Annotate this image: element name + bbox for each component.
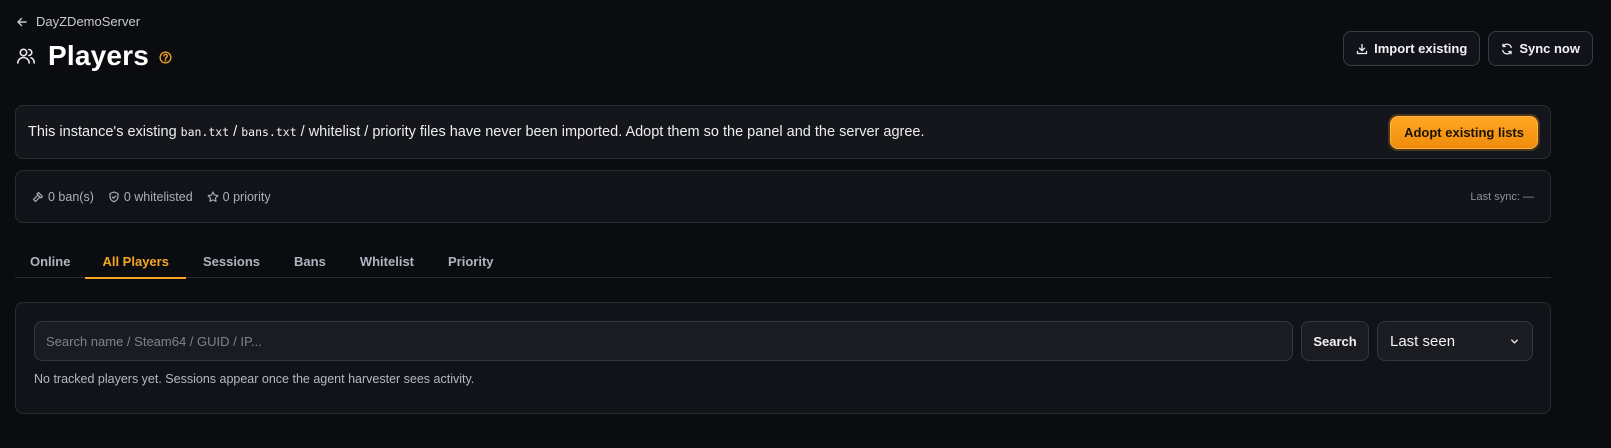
tab-bans[interactable]: Bans xyxy=(277,244,343,278)
tab-priority[interactable]: Priority xyxy=(431,244,511,278)
banner-text-post: / whitelist / priority files have never … xyxy=(296,124,925,140)
sync-now-label: Sync now xyxy=(1519,41,1580,56)
banner-separator: / xyxy=(229,124,242,140)
sort-select[interactable]: Last seen xyxy=(1377,321,1533,361)
adopt-existing-lists-button[interactable]: Adopt existing lists xyxy=(1390,115,1538,149)
page-header: Players xyxy=(16,40,172,72)
shield-icon xyxy=(109,190,119,202)
refresh-icon xyxy=(1502,43,1513,54)
import-existing-label: Import existing xyxy=(1374,41,1468,56)
arrow-left-icon xyxy=(17,17,27,26)
back-link[interactable]: DayZDemoServer xyxy=(16,14,140,29)
header-actions: Import existing Sync now xyxy=(1343,31,1593,66)
hammer-icon xyxy=(32,191,44,202)
stat-whitelisted-label: 0 whitelisted xyxy=(123,189,193,204)
players-tabs: Online All Players Sessions Bans Whiteli… xyxy=(15,244,1551,279)
import-banner: This instance's existing ban.txt / bans.… xyxy=(15,105,1551,159)
download-icon xyxy=(1356,43,1368,54)
back-link-label: DayZDemoServer xyxy=(36,14,141,29)
tab-all-players[interactable]: All Players xyxy=(85,244,186,279)
import-existing-button[interactable]: Import existing xyxy=(1343,31,1481,66)
tab-online[interactable]: Online xyxy=(15,244,85,278)
file-bans-txt: bans.txt xyxy=(241,125,297,139)
banner-text: This instance's existing ban.txt / bans.… xyxy=(28,124,1390,140)
last-sync: Last sync: — xyxy=(1470,190,1534,203)
users-icon xyxy=(16,46,36,66)
stat-whitelisted: 0 whitelisted xyxy=(108,190,193,204)
sync-now-button[interactable]: Sync now xyxy=(1488,31,1593,66)
tab-whitelist[interactable]: Whitelist xyxy=(343,244,431,278)
page-title: Players xyxy=(48,40,150,71)
empty-state-message: No tracked players yet. Sessions appear … xyxy=(34,372,475,386)
stat-priority: 0 priority xyxy=(207,190,271,204)
search-button[interactable]: Search xyxy=(1301,321,1369,361)
sort-select-value: Last seen xyxy=(1390,332,1456,350)
stats-bar: 0 ban(s) 0 whitelisted 0 priority Last s… xyxy=(15,170,1551,223)
banner-text-pre: This instance's existing xyxy=(28,124,181,140)
stat-bans: 0 ban(s) xyxy=(32,190,94,204)
stat-priority-label: 0 priority xyxy=(222,189,271,204)
chevron-down-icon xyxy=(1511,338,1518,344)
file-ban-txt: ban.txt xyxy=(180,125,230,139)
help-circle-icon[interactable] xyxy=(159,50,172,64)
star-icon xyxy=(207,190,219,202)
player-search-input[interactable] xyxy=(34,321,1293,361)
stat-bans-label: 0 ban(s) xyxy=(48,189,94,204)
tab-sessions[interactable]: Sessions xyxy=(186,244,277,278)
players-panel: Search Last seen No tracked players yet.… xyxy=(15,302,1551,414)
